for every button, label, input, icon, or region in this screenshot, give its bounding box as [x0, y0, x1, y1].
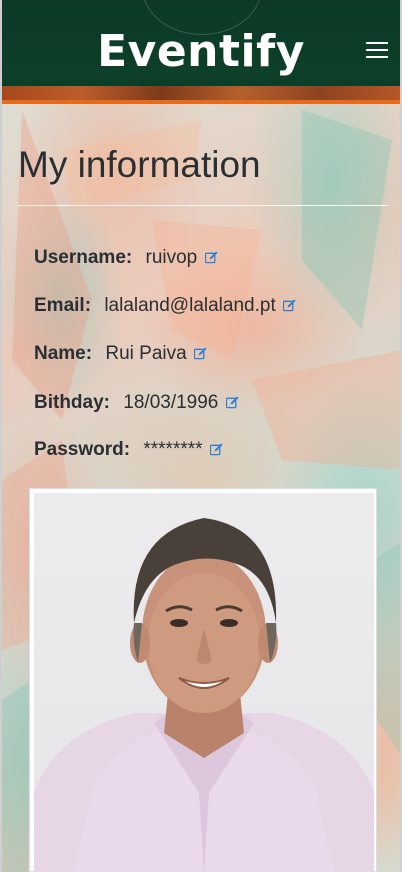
email-label: Email: [34, 295, 92, 316]
edit-password-icon[interactable] [209, 443, 223, 456]
password-row: Password: ******** [34, 439, 223, 465]
profile-photo-frame[interactable] [29, 488, 377, 872]
name-row: Name: Rui Paiva [34, 343, 207, 369]
edit-name-icon[interactable] [193, 347, 207, 360]
birthday-value: 18/03/1996 [123, 392, 219, 413]
password-value: ******** [143, 439, 203, 460]
top-navbar: Eventify [2, 0, 400, 104]
username-label: Username: [34, 247, 133, 268]
profile-photo[interactable] [34, 493, 374, 872]
navbar-accent-line [2, 100, 400, 104]
password-label: Password: [34, 439, 131, 460]
birthday-row: Bithday: 18/03/1996 [34, 392, 239, 418]
title-divider [18, 205, 388, 206]
edit-email-icon[interactable] [283, 299, 296, 312]
email-row: Email: lalaland@lalaland.pt [34, 295, 296, 321]
edit-birthday-icon[interactable] [225, 396, 239, 409]
brand-logo[interactable]: Eventify [2, 26, 400, 77]
username-value: ruivop [145, 247, 198, 268]
app-frame: Eventify My information Username: ruivop… [0, 0, 402, 872]
edit-username-icon[interactable] [204, 251, 218, 264]
name-label: Name: [34, 343, 93, 364]
email-value: lalaland@lalaland.pt [104, 295, 276, 316]
birthday-label: Bithday: [34, 392, 110, 413]
name-value: Rui Paiva [105, 343, 187, 364]
username-row: Username: ruivop [34, 247, 218, 273]
hamburger-menu-icon[interactable] [366, 42, 388, 60]
profile-photo-illustration [34, 518, 374, 872]
page-title: My information [18, 144, 261, 185]
